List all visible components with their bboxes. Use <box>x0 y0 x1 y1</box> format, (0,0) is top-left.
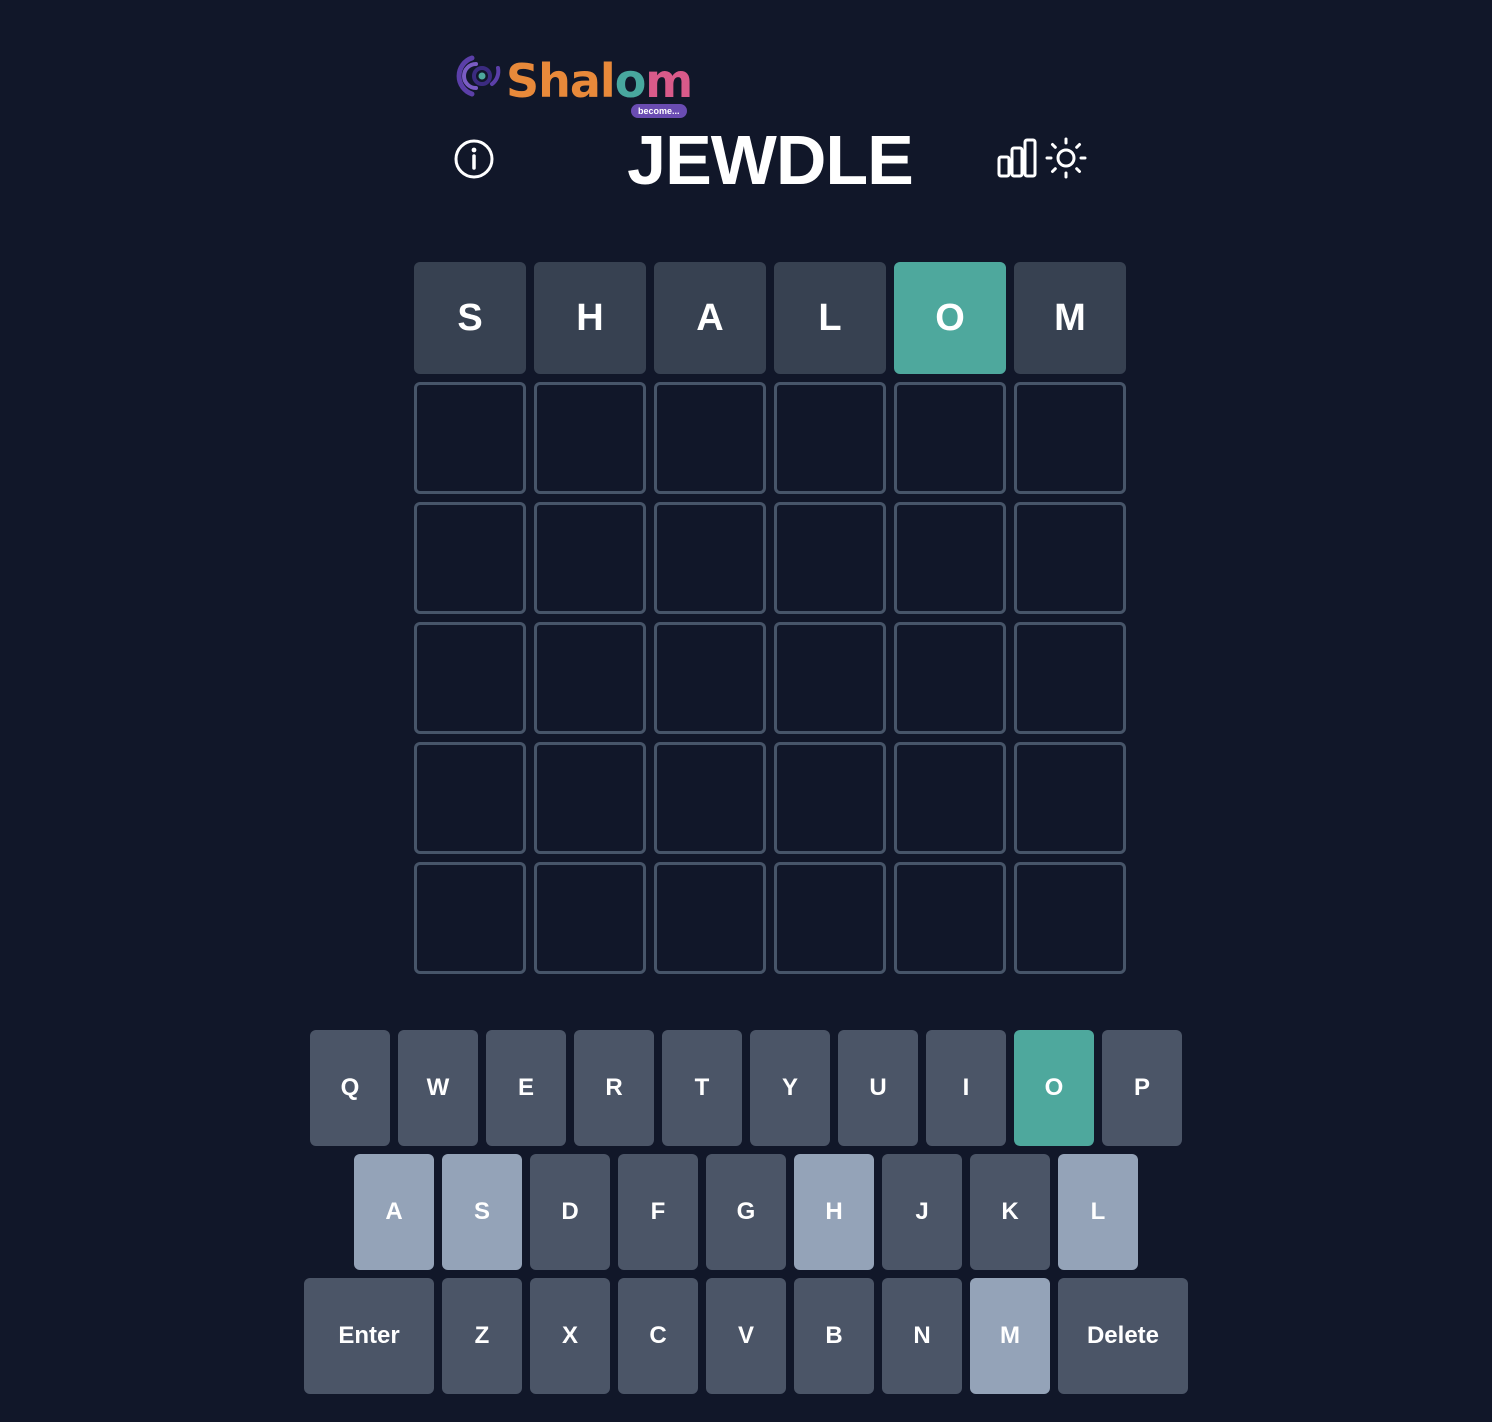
logo-part-3: m <box>645 54 693 108</box>
letter-tile: L <box>774 262 886 374</box>
keyboard-row: ASDFGHJKL <box>0 1154 1492 1270</box>
letter-tile <box>774 862 886 974</box>
key-enter[interactable]: Enter <box>304 1278 434 1394</box>
key-e[interactable]: E <box>486 1030 566 1146</box>
key-i[interactable]: I <box>926 1030 1006 1146</box>
key-p[interactable]: P <box>1102 1030 1182 1146</box>
key-d[interactable]: D <box>530 1154 610 1270</box>
grid-row <box>414 622 1126 734</box>
key-c[interactable]: C <box>618 1278 698 1394</box>
key-t[interactable]: T <box>662 1030 742 1146</box>
key-w[interactable]: W <box>398 1030 478 1146</box>
letter-tile <box>534 862 646 974</box>
key-k[interactable]: K <box>970 1154 1050 1270</box>
letter-tile <box>654 742 766 854</box>
key-f[interactable]: F <box>618 1154 698 1270</box>
keyboard-row: QWERTYUIOP <box>0 1030 1492 1146</box>
key-y[interactable]: Y <box>750 1030 830 1146</box>
letter-tile <box>774 742 886 854</box>
game-page: Shalom become... JEWDLE S H A L O M Q W … <box>0 0 1492 1422</box>
letter-tile <box>414 382 526 494</box>
key-h[interactable]: H <box>794 1154 874 1270</box>
letter-tile: H <box>534 262 646 374</box>
page-title: JEWDLE <box>627 121 914 199</box>
logo-part-1: Shal <box>506 54 616 108</box>
letter-tile <box>894 502 1006 614</box>
key-s[interactable]: S <box>442 1154 522 1270</box>
key-m[interactable]: M <box>970 1278 1050 1394</box>
letter-tile <box>414 622 526 734</box>
letter-tile <box>534 742 646 854</box>
keyboard-row: Enter Z X C V B N M Delete <box>0 1278 1492 1394</box>
key-j[interactable]: J <box>882 1154 962 1270</box>
key-q[interactable]: Q <box>310 1030 390 1146</box>
bar-chart-icon <box>997 138 1037 178</box>
letter-tile <box>1014 622 1126 734</box>
key-r[interactable]: R <box>574 1030 654 1146</box>
letter-tile <box>1014 382 1126 494</box>
key-u[interactable]: U <box>838 1030 918 1146</box>
grid-row <box>414 382 1126 494</box>
sun-icon <box>1045 137 1087 179</box>
key-g[interactable]: G <box>706 1154 786 1270</box>
theme-toggle-button[interactable] <box>1044 136 1088 180</box>
letter-tile: O <box>894 262 1006 374</box>
guess-grid: SHALOM <box>414 262 1126 982</box>
letter-tile <box>654 862 766 974</box>
on-screen-keyboard: Q W E R T Y U I O P A S D F G H J K L Enter Z X C V B N M Delete <box>0 1030 1492 1402</box>
swirl-logo-icon <box>456 55 501 97</box>
grid-row <box>414 742 1126 854</box>
logo-part-2: o <box>614 54 647 108</box>
letter-tile <box>534 502 646 614</box>
letter-tile <box>1014 502 1126 614</box>
letter-tile: M <box>1014 262 1126 374</box>
letter-tile <box>534 622 646 734</box>
key-b[interactable]: B <box>794 1278 874 1394</box>
logo-tagline: become... <box>631 104 687 118</box>
stats-button[interactable] <box>996 137 1038 179</box>
letter-tile <box>414 742 526 854</box>
letter-tile <box>1014 862 1126 974</box>
letter-tile <box>654 502 766 614</box>
letter-tile: A <box>654 262 766 374</box>
letter-tile <box>774 382 886 494</box>
letter-tile <box>774 502 886 614</box>
key-z[interactable]: Z <box>442 1278 522 1394</box>
key-n[interactable]: N <box>882 1278 962 1394</box>
key-delete[interactable]: Delete <box>1058 1278 1188 1394</box>
key-l[interactable]: L <box>1058 1154 1138 1270</box>
letter-tile <box>894 862 1006 974</box>
letter-tile <box>414 862 526 974</box>
letter-tile <box>774 622 886 734</box>
letter-tile: S <box>414 262 526 374</box>
letter-tile <box>1014 742 1126 854</box>
grid-row: SHALOM <box>414 262 1126 374</box>
letter-tile <box>894 742 1006 854</box>
grid-row <box>414 862 1126 974</box>
letter-tile <box>534 382 646 494</box>
shalom-logo[interactable]: Shalom become... <box>448 52 710 122</box>
letter-tile <box>894 382 1006 494</box>
letter-tile <box>894 622 1006 734</box>
grid-row <box>414 502 1126 614</box>
letter-tile <box>654 382 766 494</box>
letter-tile <box>414 502 526 614</box>
letter-tile <box>654 622 766 734</box>
key-o[interactable]: O <box>1014 1030 1094 1146</box>
key-a[interactable]: A <box>354 1154 434 1270</box>
key-v[interactable]: V <box>706 1278 786 1394</box>
logo-wordmark: Shalom <box>506 52 693 110</box>
key-x[interactable]: X <box>530 1278 610 1394</box>
